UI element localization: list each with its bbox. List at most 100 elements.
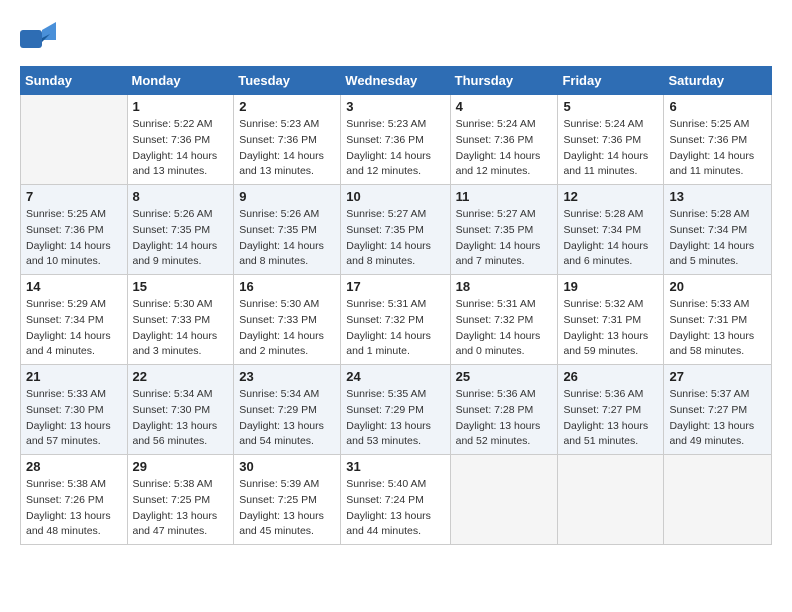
day-info: Sunrise: 5:34 AM Sunset: 7:30 PM Dayligh… <box>133 387 229 450</box>
day-number: 25 <box>456 369 553 384</box>
day-info: Sunrise: 5:38 AM Sunset: 7:25 PM Dayligh… <box>133 477 229 540</box>
day-number: 16 <box>239 279 335 294</box>
day-number: 28 <box>26 459 122 474</box>
calendar-cell <box>558 455 664 545</box>
calendar-cell: 2 Sunrise: 5:23 AM Sunset: 7:36 PM Daylig… <box>234 95 341 185</box>
calendar-cell: 13 Sunrise: 5:28 AM Sunset: 7:34 PM Dayli… <box>664 185 772 275</box>
calendar-cell: 31 Sunrise: 5:40 AM Sunset: 7:24 PM Dayli… <box>341 455 450 545</box>
calendar-cell: 30 Sunrise: 5:39 AM Sunset: 7:25 PM Dayli… <box>234 455 341 545</box>
day-info: Sunrise: 5:29 AM Sunset: 7:34 PM Dayligh… <box>26 297 122 360</box>
weekday-header-sunday: Sunday <box>21 67 128 95</box>
day-number: 2 <box>239 99 335 114</box>
calendar-cell: 6 Sunrise: 5:25 AM Sunset: 7:36 PM Daylig… <box>664 95 772 185</box>
calendar-cell: 26 Sunrise: 5:36 AM Sunset: 7:27 PM Dayli… <box>558 365 664 455</box>
day-info: Sunrise: 5:32 AM Sunset: 7:31 PM Dayligh… <box>563 297 658 360</box>
calendar-cell: 17 Sunrise: 5:31 AM Sunset: 7:32 PM Dayli… <box>341 275 450 365</box>
day-number: 23 <box>239 369 335 384</box>
day-info: Sunrise: 5:35 AM Sunset: 7:29 PM Dayligh… <box>346 387 444 450</box>
day-number: 9 <box>239 189 335 204</box>
day-info: Sunrise: 5:23 AM Sunset: 7:36 PM Dayligh… <box>239 117 335 180</box>
day-number: 17 <box>346 279 444 294</box>
day-number: 24 <box>346 369 444 384</box>
day-number: 31 <box>346 459 444 474</box>
day-number: 20 <box>669 279 766 294</box>
calendar-cell: 19 Sunrise: 5:32 AM Sunset: 7:31 PM Dayli… <box>558 275 664 365</box>
day-info: Sunrise: 5:24 AM Sunset: 7:36 PM Dayligh… <box>456 117 553 180</box>
day-number: 22 <box>133 369 229 384</box>
day-info: Sunrise: 5:26 AM Sunset: 7:35 PM Dayligh… <box>239 207 335 270</box>
calendar-cell: 10 Sunrise: 5:27 AM Sunset: 7:35 PM Dayli… <box>341 185 450 275</box>
day-number: 11 <box>456 189 553 204</box>
day-info: Sunrise: 5:22 AM Sunset: 7:36 PM Dayligh… <box>133 117 229 180</box>
day-number: 5 <box>563 99 658 114</box>
day-number: 30 <box>239 459 335 474</box>
calendar-cell: 21 Sunrise: 5:33 AM Sunset: 7:30 PM Dayli… <box>21 365 128 455</box>
calendar-cell: 11 Sunrise: 5:27 AM Sunset: 7:35 PM Dayli… <box>450 185 558 275</box>
day-number: 26 <box>563 369 658 384</box>
calendar-cell: 9 Sunrise: 5:26 AM Sunset: 7:35 PM Daylig… <box>234 185 341 275</box>
calendar-cell: 8 Sunrise: 5:26 AM Sunset: 7:35 PM Daylig… <box>127 185 234 275</box>
day-info: Sunrise: 5:27 AM Sunset: 7:35 PM Dayligh… <box>346 207 444 270</box>
weekday-header-saturday: Saturday <box>664 67 772 95</box>
calendar-cell: 22 Sunrise: 5:34 AM Sunset: 7:30 PM Dayli… <box>127 365 234 455</box>
calendar-cell: 25 Sunrise: 5:36 AM Sunset: 7:28 PM Dayli… <box>450 365 558 455</box>
day-info: Sunrise: 5:31 AM Sunset: 7:32 PM Dayligh… <box>346 297 444 360</box>
day-info: Sunrise: 5:36 AM Sunset: 7:28 PM Dayligh… <box>456 387 553 450</box>
day-info: Sunrise: 5:28 AM Sunset: 7:34 PM Dayligh… <box>669 207 766 270</box>
day-info: Sunrise: 5:39 AM Sunset: 7:25 PM Dayligh… <box>239 477 335 540</box>
page-header <box>20 20 772 56</box>
day-info: Sunrise: 5:33 AM Sunset: 7:30 PM Dayligh… <box>26 387 122 450</box>
calendar-cell: 23 Sunrise: 5:34 AM Sunset: 7:29 PM Dayli… <box>234 365 341 455</box>
day-number: 1 <box>133 99 229 114</box>
calendar-cell: 28 Sunrise: 5:38 AM Sunset: 7:26 PM Dayli… <box>21 455 128 545</box>
weekday-header-tuesday: Tuesday <box>234 67 341 95</box>
logo <box>20 20 60 56</box>
calendar-cell: 29 Sunrise: 5:38 AM Sunset: 7:25 PM Dayli… <box>127 455 234 545</box>
day-number: 21 <box>26 369 122 384</box>
weekday-header-thursday: Thursday <box>450 67 558 95</box>
day-info: Sunrise: 5:31 AM Sunset: 7:32 PM Dayligh… <box>456 297 553 360</box>
calendar-cell <box>21 95 128 185</box>
day-number: 6 <box>669 99 766 114</box>
day-info: Sunrise: 5:25 AM Sunset: 7:36 PM Dayligh… <box>669 117 766 180</box>
calendar-cell: 1 Sunrise: 5:22 AM Sunset: 7:36 PM Daylig… <box>127 95 234 185</box>
day-info: Sunrise: 5:25 AM Sunset: 7:36 PM Dayligh… <box>26 207 122 270</box>
day-info: Sunrise: 5:33 AM Sunset: 7:31 PM Dayligh… <box>669 297 766 360</box>
day-number: 18 <box>456 279 553 294</box>
day-info: Sunrise: 5:30 AM Sunset: 7:33 PM Dayligh… <box>133 297 229 360</box>
day-number: 19 <box>563 279 658 294</box>
day-info: Sunrise: 5:26 AM Sunset: 7:35 PM Dayligh… <box>133 207 229 270</box>
day-number: 27 <box>669 369 766 384</box>
calendar-cell: 16 Sunrise: 5:30 AM Sunset: 7:33 PM Dayli… <box>234 275 341 365</box>
day-info: Sunrise: 5:36 AM Sunset: 7:27 PM Dayligh… <box>563 387 658 450</box>
day-info: Sunrise: 5:38 AM Sunset: 7:26 PM Dayligh… <box>26 477 122 540</box>
calendar-cell: 18 Sunrise: 5:31 AM Sunset: 7:32 PM Dayli… <box>450 275 558 365</box>
day-info: Sunrise: 5:40 AM Sunset: 7:24 PM Dayligh… <box>346 477 444 540</box>
day-number: 14 <box>26 279 122 294</box>
calendar-cell: 7 Sunrise: 5:25 AM Sunset: 7:36 PM Daylig… <box>21 185 128 275</box>
calendar-table: SundayMondayTuesdayWednesdayThursdayFrid… <box>20 66 772 545</box>
day-number: 7 <box>26 189 122 204</box>
day-info: Sunrise: 5:28 AM Sunset: 7:34 PM Dayligh… <box>563 207 658 270</box>
day-number: 13 <box>669 189 766 204</box>
day-number: 4 <box>456 99 553 114</box>
day-info: Sunrise: 5:37 AM Sunset: 7:27 PM Dayligh… <box>669 387 766 450</box>
day-info: Sunrise: 5:30 AM Sunset: 7:33 PM Dayligh… <box>239 297 335 360</box>
calendar-cell <box>664 455 772 545</box>
day-number: 29 <box>133 459 229 474</box>
day-info: Sunrise: 5:34 AM Sunset: 7:29 PM Dayligh… <box>239 387 335 450</box>
day-number: 15 <box>133 279 229 294</box>
weekday-header-monday: Monday <box>127 67 234 95</box>
weekday-header-friday: Friday <box>558 67 664 95</box>
calendar-cell: 3Sunrise: 5:23 AM Sunset: 7:36 PM Daylig… <box>341 95 450 185</box>
day-number: 8 <box>133 189 229 204</box>
calendar-cell: 20 Sunrise: 5:33 AM Sunset: 7:31 PM Dayli… <box>664 275 772 365</box>
calendar-cell: 27 Sunrise: 5:37 AM Sunset: 7:27 PM Dayli… <box>664 365 772 455</box>
day-info: Sunrise: 5:27 AM Sunset: 7:35 PM Dayligh… <box>456 207 553 270</box>
day-info: Sunrise: 5:23 AM Sunset: 7:36 PM Dayligh… <box>346 117 444 180</box>
calendar-cell: 5 Sunrise: 5:24 AM Sunset: 7:36 PM Daylig… <box>558 95 664 185</box>
calendar-cell: 4 Sunrise: 5:24 AM Sunset: 7:36 PM Daylig… <box>450 95 558 185</box>
day-info: Sunrise: 5:24 AM Sunset: 7:36 PM Dayligh… <box>563 117 658 180</box>
day-number: 10 <box>346 189 444 204</box>
day-number: 12 <box>563 189 658 204</box>
